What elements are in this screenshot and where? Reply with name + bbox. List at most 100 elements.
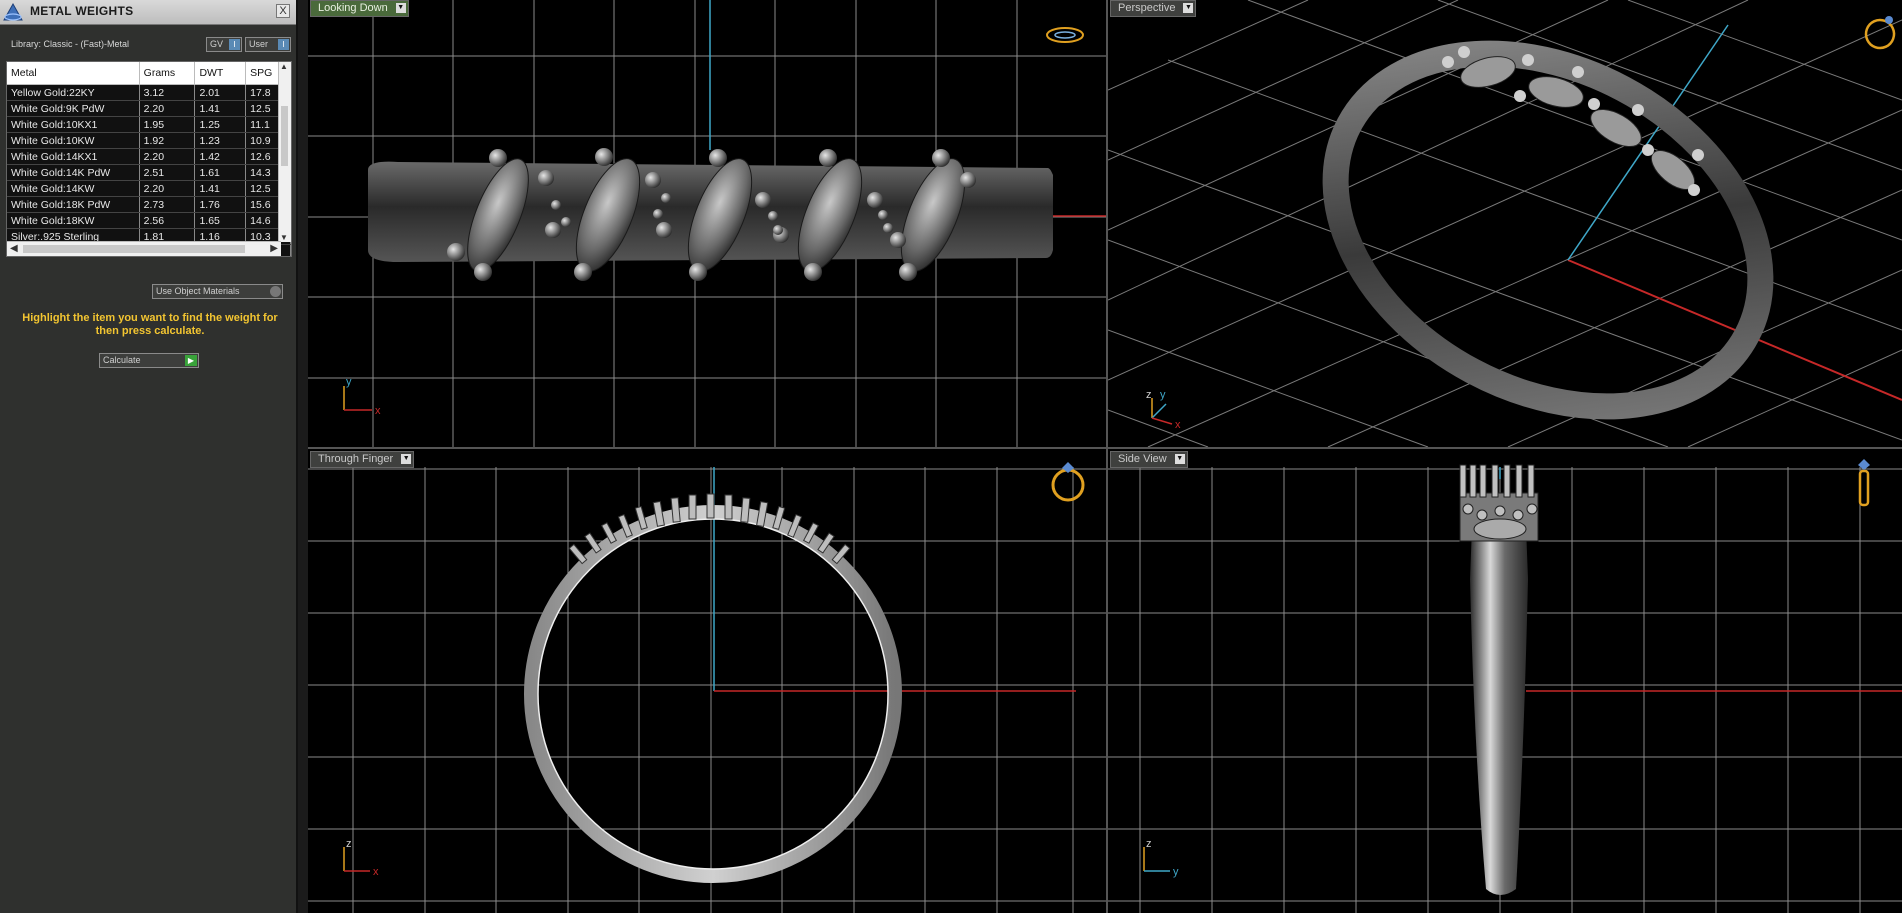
panel-title: METAL WEIGHTS <box>30 4 134 18</box>
user-toggle-indicator: I <box>278 39 289 50</box>
dropdown-arrow-icon[interactable]: ▼ <box>1174 454 1185 464</box>
table-cell: 2.20 <box>139 148 196 165</box>
viewport-perspective[interactable]: z y x Perspective ▼ <box>1108 0 1902 449</box>
table-cell: 1.61 <box>194 164 247 181</box>
table-cell: 1.92 <box>139 132 196 149</box>
table-cell: 1.76 <box>194 196 247 213</box>
through-finger-scene: z x <box>308 467 1106 913</box>
gizmo-axis-label: x <box>375 405 381 417</box>
table-row[interactable]: White Gold:10KX1 1.95 1.25 11.1 <box>7 116 291 133</box>
viewport-through-finger[interactable]: z x Through Finger ▼ <box>308 449 1108 913</box>
table-cell: White Gold:10KW <box>7 132 140 149</box>
user-toggle-label: User <box>249 39 269 49</box>
dropdown-arrow-icon[interactable]: ▼ <box>401 454 412 464</box>
scroll-down-arrow-icon[interactable]: ▼ <box>280 233 288 242</box>
grid-lines <box>308 467 1106 913</box>
table-cell: 1.23 <box>194 132 247 149</box>
viewport-menu-looking-down[interactable]: Looking Down ▼ <box>310 0 409 17</box>
ring-model-side <box>1459 464 1539 895</box>
metal-table: Metal Grams DWT SPG Yellow Gold:22KY 3.12… <box>7 62 291 256</box>
table-row[interactable]: White Gold:9K PdW 2.20 1.41 12.5 <box>7 100 291 117</box>
perspective-scene: z y x <box>1108 0 1902 447</box>
gizmo-axis-label: z <box>1146 838 1152 850</box>
panel-title-bar: METAL WEIGHTS X <box>0 0 296 25</box>
ring-view-icon[interactable] <box>1862 12 1898 52</box>
table-vertical-scrollbar[interactable]: ▲ ▼ <box>278 62 291 242</box>
table-row[interactable]: White Gold:10KW 1.92 1.23 10.9 <box>7 132 291 149</box>
dropdown-arrow-icon[interactable]: ▼ <box>395 3 406 13</box>
calculate-button[interactable]: Calculate ▶ <box>99 353 199 368</box>
gizmo-axis-label: x <box>1175 419 1181 431</box>
table-cell: White Gold:9K PdW <box>7 100 140 117</box>
table-horizontal-scrollbar[interactable]: ◀ ▶ <box>7 241 281 256</box>
vertical-scroll-thumb[interactable] <box>281 106 288 166</box>
use-object-materials-indicator <box>270 286 281 297</box>
ring-view-icon[interactable] <box>1048 459 1088 503</box>
table-cell: White Gold:14K PdW <box>7 164 140 181</box>
ring-view-icon[interactable] <box>1852 457 1876 509</box>
table-cell: White Gold:18K PdW <box>7 196 140 213</box>
viewport-side-view[interactable]: z y Side View ▼ <box>1108 449 1902 913</box>
table-row[interactable]: Yellow Gold:22KY 3.12 2.01 17.8 <box>7 84 291 101</box>
ring-view-icon[interactable] <box>1045 24 1085 46</box>
calculate-button-label: Calculate <box>103 355 141 365</box>
viewport-menu-through-finger[interactable]: Through Finger ▼ <box>310 451 415 468</box>
viewport-label: Looking Down <box>318 2 388 14</box>
table-cell: 2.56 <box>139 212 196 229</box>
table-row[interactable]: White Gold:14K PdW 2.51 1.61 14.3 <box>7 164 291 181</box>
table-cell: 2.01 <box>194 84 247 101</box>
gv-toggle[interactable]: GV I <box>206 37 242 52</box>
use-object-materials-toggle[interactable]: Use Object Materials <box>152 284 283 299</box>
viewport-menu-perspective[interactable]: Perspective ▼ <box>1110 0 1197 17</box>
table-cell: White Gold:18KW <box>7 212 140 229</box>
close-icon[interactable]: X <box>276 4 290 18</box>
table-row[interactable]: White Gold:14KX1 2.20 1.42 12.6 <box>7 148 291 165</box>
viewport-menu-side-view[interactable]: Side View ▼ <box>1110 451 1188 468</box>
user-toggle[interactable]: User I <box>245 37 291 52</box>
axis-gizmo-front: z x <box>343 838 379 878</box>
gv-toggle-label: GV <box>210 39 224 49</box>
table-row[interactable]: White Gold:14KW 2.20 1.41 12.5 <box>7 180 291 197</box>
axis-gizmo-top: y x <box>343 376 381 417</box>
column-header-metal[interactable]: Metal <box>7 62 140 85</box>
table-cell: White Gold:14KW <box>7 180 140 197</box>
ring-model-top <box>368 148 1053 281</box>
table-cell: 2.73 <box>139 196 196 213</box>
gizmo-axis-label: z <box>1146 389 1152 401</box>
library-label: Library: Classic - (Fast)-Metal <box>11 39 130 49</box>
axis-gizmo-side: z y <box>1143 838 1179 878</box>
scroll-right-arrow-icon[interactable]: ▶ <box>270 243 278 254</box>
viewport-looking-down[interactable]: y x Looking Down ▼ <box>308 0 1108 449</box>
table-cell: 2.51 <box>139 164 196 181</box>
metal-weights-panel: METAL WEIGHTS X Library: Classic - (Fast… <box>0 0 298 913</box>
scroll-left-arrow-icon[interactable]: ◀ <box>10 243 18 254</box>
viewport-label: Through Finger <box>318 453 394 465</box>
looking-down-scene: y x <box>308 0 1106 447</box>
metal-weights-logo-icon <box>3 2 23 21</box>
gizmo-axis-label: y <box>1160 389 1166 401</box>
table-cell: 1.65 <box>194 212 247 229</box>
table-cell: Yellow Gold:22KY <box>7 84 140 101</box>
horizontal-scroll-thumb[interactable] <box>23 245 245 253</box>
dropdown-arrow-icon[interactable]: ▼ <box>1183 3 1194 13</box>
table-row[interactable]: White Gold:18KW 2.56 1.65 14.6 <box>7 212 291 229</box>
axis-gizmo-perspective: z y x <box>1146 389 1181 431</box>
table-cell: 1.41 <box>194 100 247 117</box>
table-cell: 1.42 <box>194 148 247 165</box>
column-header-dwt[interactable]: DWT <box>194 62 247 85</box>
play-arrow-icon: ▶ <box>185 355 197 366</box>
table-row[interactable]: White Gold:18K PdW 2.73 1.76 15.6 <box>7 196 291 213</box>
gizmo-axis-label: x <box>373 866 379 878</box>
table-cell: White Gold:14KX1 <box>7 148 140 165</box>
ring-model-perspective <box>1322 40 1774 420</box>
table-cell: 1.41 <box>194 180 247 197</box>
gizmo-axis-label: z <box>346 838 352 850</box>
table-cell: 1.95 <box>139 116 196 133</box>
gv-toggle-indicator: I <box>229 39 240 50</box>
viewport-label: Perspective <box>1118 2 1176 14</box>
instruction-hint: Highlight the item you want to find the … <box>22 312 278 337</box>
table-cell: 2.20 <box>139 180 196 197</box>
column-header-grams[interactable]: Grams <box>139 62 196 85</box>
scroll-up-arrow-icon[interactable]: ▲ <box>280 62 288 71</box>
viewport-label: Side View <box>1118 453 1167 465</box>
